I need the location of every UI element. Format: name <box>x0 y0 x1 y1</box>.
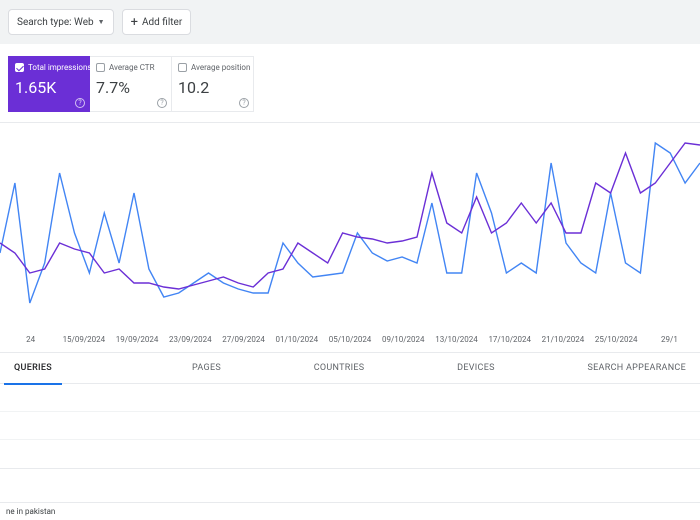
help-icon[interactable]: ? <box>157 98 167 108</box>
x-tick: 21/10/2024 <box>536 335 589 344</box>
metric-card-ctr[interactable]: Average CTR 7.7% ? <box>90 56 172 112</box>
chart-x-axis: 2415/09/202419/09/202423/09/202427/09/20… <box>0 333 700 352</box>
query-text: ne in pakistan <box>6 507 55 516</box>
x-tick: 19/09/2024 <box>110 335 163 344</box>
x-tick: 09/10/2024 <box>377 335 430 344</box>
metric-label: Average position <box>191 63 250 72</box>
plus-icon: + <box>131 16 138 29</box>
query-row[interactable]: ne in pakistan <box>0 502 700 520</box>
x-tick: 27/09/2024 <box>217 335 270 344</box>
x-tick: 23/09/2024 <box>164 335 217 344</box>
help-icon[interactable]: ? <box>239 98 249 108</box>
table-row[interactable] <box>0 440 700 468</box>
metric-card-position[interactable]: Average position 10.2 ? <box>172 56 254 112</box>
x-tick: 17/10/2024 <box>483 335 536 344</box>
dimension-tabs: QUERIES PAGES COUNTRIES DEVICES SEARCH A… <box>0 352 700 384</box>
metric-card-impressions[interactable]: Total impressions 1.65K ? <box>8 56 90 112</box>
metric-value: 10.2 <box>178 78 247 97</box>
checkbox-icon <box>96 63 105 72</box>
tab-search-appearance[interactable]: SEARCH APPEARANCE <box>578 353 697 383</box>
help-icon[interactable]: ? <box>75 98 85 108</box>
metric-label: Average CTR <box>109 63 155 72</box>
tab-pages[interactable]: PAGES <box>182 353 231 383</box>
add-filter-button[interactable]: + Add filter <box>122 9 192 35</box>
checkbox-icon <box>15 63 24 72</box>
results-table <box>0 384 700 469</box>
performance-chart[interactable] <box>0 133 700 333</box>
x-tick: 15/09/2024 <box>57 335 110 344</box>
x-tick: 25/10/2024 <box>590 335 643 344</box>
filter-bar: Search type: Web ▼ + Add filter <box>0 0 700 44</box>
search-type-label: Search type: Web <box>17 17 94 28</box>
x-tick: 13/10/2024 <box>430 335 483 344</box>
metric-label: Total impressions <box>28 63 92 72</box>
x-tick: 01/10/2024 <box>270 335 323 344</box>
chart-area: 2415/09/202419/09/202423/09/202427/09/20… <box>0 122 700 352</box>
search-type-chip[interactable]: Search type: Web ▼ <box>8 9 114 35</box>
tab-countries[interactable]: COUNTRIES <box>304 353 375 383</box>
x-tick: 24 <box>4 335 57 344</box>
table-row[interactable] <box>0 412 700 440</box>
checkbox-icon <box>178 63 187 72</box>
tab-queries[interactable]: QUERIES <box>4 353 62 383</box>
add-filter-label: Add filter <box>142 17 182 28</box>
chevron-down-icon: ▼ <box>98 18 105 26</box>
table-row[interactable] <box>0 384 700 412</box>
metric-cards: Total impressions 1.65K ? Average CTR 7.… <box>0 44 700 118</box>
metric-value: 1.65K <box>15 78 83 97</box>
metric-value: 7.7% <box>96 78 165 97</box>
x-tick: 29/1 <box>643 335 696 344</box>
x-tick: 05/10/2024 <box>323 335 376 344</box>
tab-devices[interactable]: DEVICES <box>447 353 505 383</box>
